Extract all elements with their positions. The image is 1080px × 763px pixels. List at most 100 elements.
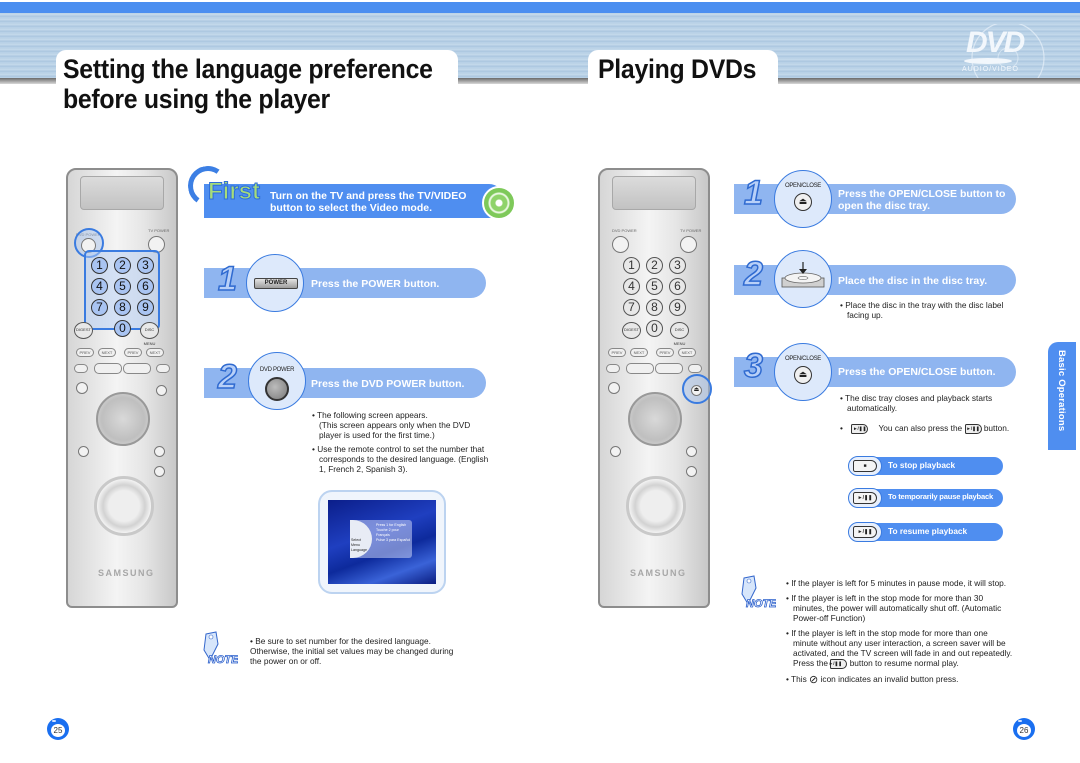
remote-small-button[interactable] [608, 382, 620, 394]
note-invalid-icon: • This ⊘ icon indicates an invalid butto… [786, 674, 1014, 685]
digit-8-button[interactable]: 8 [114, 299, 131, 316]
navigation-dial[interactable] [628, 392, 682, 446]
digit-1-button[interactable]: 1 [623, 257, 640, 274]
digit-6-button[interactable]: 6 [137, 278, 154, 295]
return-button[interactable] [78, 446, 89, 457]
step2-number: 2 [217, 358, 237, 396]
remote-dvd-power-button[interactable] [612, 236, 629, 253]
next-button-2[interactable]: NEXT [678, 348, 696, 357]
remote-open-close-button[interactable]: ⏏ [691, 385, 702, 396]
disc-menu-button[interactable]: DISC MENU [670, 322, 689, 346]
digit-7-button[interactable]: 7 [623, 299, 640, 316]
jog-shuttle-dial[interactable] [94, 476, 154, 536]
skip-forward-button[interactable] [688, 364, 702, 373]
eject-icon: ⏏ [794, 366, 812, 384]
digit-3-button[interactable]: 3 [669, 257, 686, 274]
digit-3-button[interactable]: 3 [137, 257, 154, 274]
r-step3-number: 3 [743, 347, 763, 385]
display-button[interactable] [686, 446, 697, 457]
skip-forward-button[interactable] [156, 364, 170, 373]
digit-9-button[interactable]: 9 [669, 299, 686, 316]
remote-dvd-power-label: DVD POWER [612, 228, 637, 233]
digit-2-button[interactable]: 2 [114, 257, 131, 274]
digit-8-button[interactable]: 8 [646, 299, 663, 316]
step2-bullets: • The following screen appears. (This sc… [312, 410, 492, 474]
stop-button[interactable] [626, 363, 654, 374]
dvd-logo-disc-swoosh [964, 58, 1012, 64]
next-button[interactable]: NEXT [98, 348, 116, 357]
display-button[interactable] [154, 446, 165, 457]
digit-5-button[interactable]: 5 [646, 278, 663, 295]
header-top-bar [0, 2, 1080, 13]
r-step1-number: 1 [743, 174, 763, 212]
disc-menu-button[interactable]: DISC MENU [140, 322, 159, 346]
return-button[interactable] [610, 446, 621, 457]
audio-button[interactable] [686, 466, 697, 477]
digest-button[interactable]: DIGEST [622, 322, 641, 339]
stop-button[interactable] [94, 363, 122, 374]
cd-icon [482, 186, 516, 220]
remote-control-left: DVD POWER TV POWER 1 2 3 4 5 6 7 8 9 DIG… [66, 168, 178, 608]
play-pause-button[interactable] [123, 363, 151, 374]
first-label: First [207, 178, 261, 206]
next-button[interactable]: NEXT [630, 348, 648, 357]
svg-text:NOTE: NOTE [208, 654, 238, 666]
digit-6-button[interactable]: 6 [669, 278, 686, 295]
remote-tv-power-label: TV POWER [148, 228, 170, 233]
first-step-text: Turn on the TV and press the TV/VIDEO bu… [270, 190, 466, 214]
prev-button[interactable]: PREV [76, 348, 94, 357]
r-step3-bullet-2: • ►/❚❚ You can also press the ►/❚❚ butto… [840, 423, 1030, 434]
navigation-dial[interactable] [96, 392, 150, 446]
invalid-press-icon: ⊘ [809, 673, 819, 686]
remote-tv-power-button[interactable] [680, 236, 697, 253]
note-screen-saver: • If the player is left in the stop mode… [786, 628, 1014, 669]
prev-button-2[interactable]: PREV [656, 348, 674, 357]
power-button-illustration: POWER [254, 278, 298, 289]
remote-display-window [612, 176, 696, 210]
r-step2-number: 2 [743, 255, 763, 293]
play-pause-button[interactable] [655, 363, 683, 374]
digit-1-button[interactable]: 1 [91, 257, 108, 274]
digit-7-button[interactable]: 7 [91, 299, 108, 316]
digit-4-button[interactable]: 4 [91, 278, 108, 295]
digest-button[interactable]: DIGEST [74, 322, 93, 339]
remote-small-button[interactable] [76, 382, 88, 394]
bullet-mark: • [840, 423, 843, 433]
digit-4-button[interactable]: 4 [623, 278, 640, 295]
digit-9-button[interactable]: 9 [137, 299, 154, 316]
note-pencil-icon: NOTE [741, 575, 776, 610]
basic-operations-tab[interactable]: Basic Operations [1048, 342, 1076, 450]
r-step1-text-line1: Press the OPEN/CLOSE button to [838, 188, 1006, 200]
r-step3-bullet-2-text: You can also press the [878, 423, 963, 433]
digit-0-button[interactable]: 0 [114, 320, 131, 337]
note-invalid-prefix: • This [786, 673, 807, 684]
tv-screen: Select Menu Language Press 1 for English… [328, 500, 436, 584]
page-number-25-text: 25 [51, 724, 65, 737]
skip-back-button[interactable] [74, 364, 88, 373]
remote-brand-logo: SAMSUNG [98, 568, 155, 578]
play-pause-icon: ►/❚❚ [851, 423, 869, 434]
page-number-highlight [52, 720, 56, 722]
resume-playback-label: To resume playback [888, 526, 968, 536]
right-page-title: Playing DVDs [598, 54, 770, 84]
digit-0-button[interactable]: 0 [646, 320, 663, 337]
play-pause-icon: ►/❚❚ [964, 423, 982, 434]
note-pause-mode: • If the player is left for 5 minutes in… [786, 578, 1007, 588]
skip-back-button[interactable] [606, 364, 620, 373]
remote-open-close-button[interactable] [156, 385, 167, 396]
r-step1-text-line2: open the disc tray. [838, 200, 930, 212]
jog-shuttle-dial[interactable] [626, 476, 686, 536]
play-pause-icon: ►/❚❚ [853, 526, 877, 538]
r-step3-bullet-2-suffix: button. [983, 423, 1010, 433]
prev-button[interactable]: PREV [608, 348, 626, 357]
digit-2-button[interactable]: 2 [646, 257, 663, 274]
prev-button-2[interactable]: PREV [124, 348, 142, 357]
language-option-french: Touche 2 pour Français [376, 528, 399, 537]
note-screen-saver-suffix: button to resume normal play. [849, 658, 959, 668]
language-menu-box: Select Menu Language Press 1 for English… [350, 520, 412, 558]
next-button-2[interactable]: NEXT [146, 348, 164, 357]
left-note-text: • Be sure to set number for the desired … [250, 636, 454, 666]
digit-5-button[interactable]: 5 [114, 278, 131, 295]
audio-button[interactable] [154, 466, 165, 477]
resume-button-illustration: ►/❚❚ [848, 522, 882, 542]
